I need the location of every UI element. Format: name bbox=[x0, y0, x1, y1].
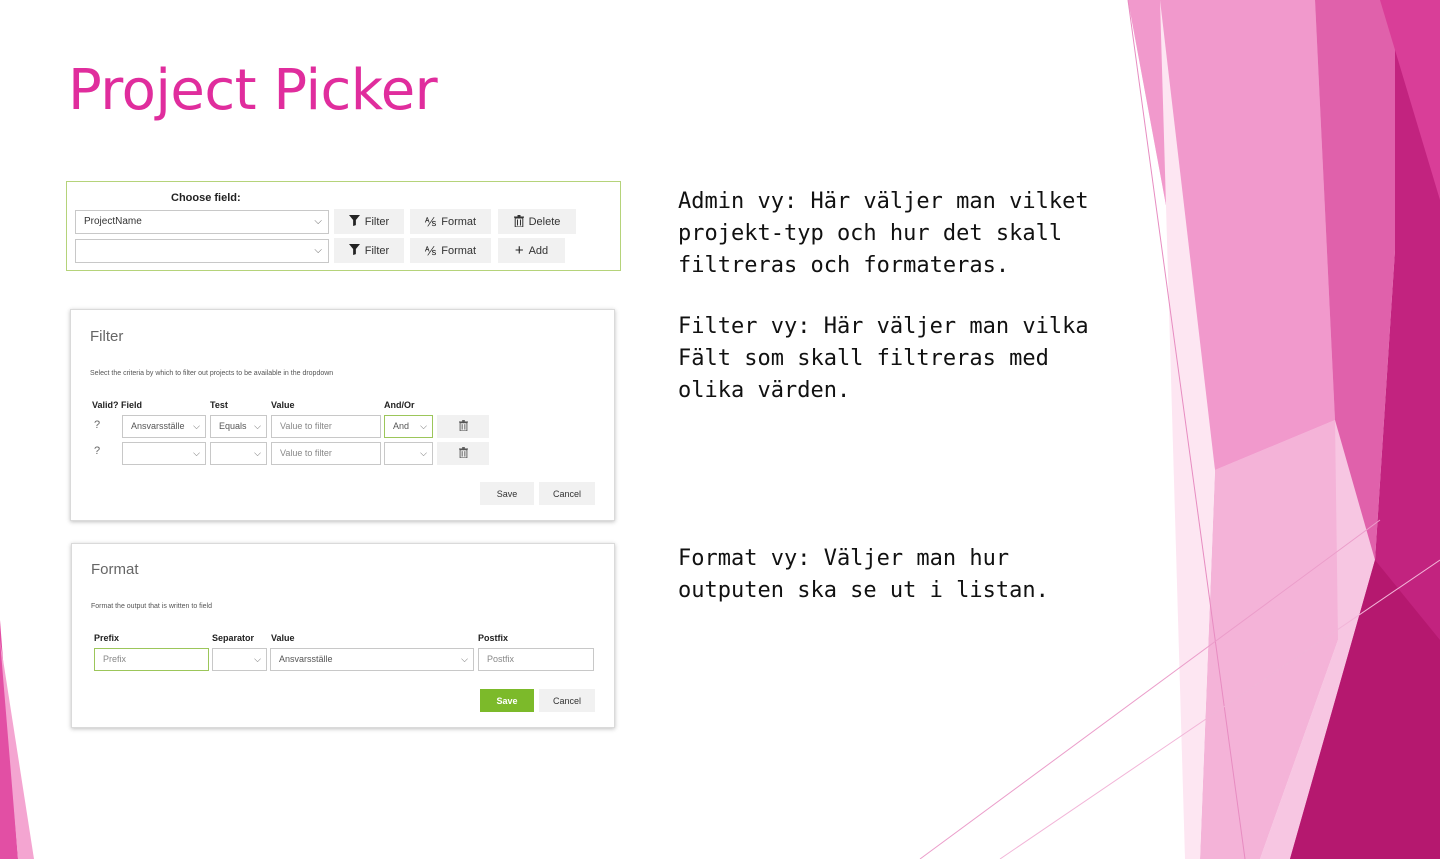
filter-and-or-select[interactable]: ⌵ bbox=[384, 442, 433, 465]
plus-icon: + bbox=[514, 242, 524, 259]
chevron-down-icon: ⌵ bbox=[314, 245, 322, 256]
chevron-down-icon: ⌵ bbox=[461, 654, 468, 664]
header-value: Value bbox=[271, 633, 295, 643]
chevron-down-icon: ⌵ bbox=[254, 448, 261, 458]
add-button-label: Add bbox=[528, 244, 549, 257]
filter-save-button[interactable]: Save bbox=[480, 482, 534, 505]
trash-icon bbox=[513, 214, 524, 229]
filter-dialog-title: Filter bbox=[90, 328, 124, 345]
format-icon: ⅍ bbox=[424, 214, 437, 229]
format-dialog-title: Format bbox=[91, 561, 139, 578]
format-description: Format vy: Väljer man hur outputen ska s… bbox=[678, 546, 1049, 603]
filter-button[interactable]: Filter bbox=[334, 209, 404, 234]
chevron-down-icon: ⌵ bbox=[420, 421, 427, 431]
format-dialog-subtitle: Format the output that is written to fie… bbox=[91, 603, 213, 610]
filter-test-value: Equals bbox=[219, 421, 247, 431]
delete-button-label: Delete bbox=[528, 215, 561, 228]
chevron-down-icon: ⌵ bbox=[420, 448, 427, 458]
format-save-button[interactable]: Save bbox=[480, 689, 534, 712]
filter-value-input[interactable]: Value to filter bbox=[271, 442, 381, 465]
trash-icon bbox=[458, 419, 468, 434]
prefix-input[interactable]: Prefix bbox=[94, 648, 209, 671]
format-dialog: Format Format the output that is written… bbox=[71, 543, 615, 728]
filter-value-input[interactable]: Value to filter bbox=[271, 415, 381, 438]
filter-test-select[interactable]: Equals ⌵ bbox=[210, 415, 267, 438]
filter-description: Filter vy: Här väljer man vilka Fält som… bbox=[678, 314, 1089, 403]
filter-button-label: Filter bbox=[364, 244, 390, 257]
chevron-down-icon: ⌵ bbox=[314, 216, 322, 227]
field-select[interactable]: ⌵ bbox=[75, 239, 329, 263]
valid-indicator: ? bbox=[94, 419, 101, 431]
chevron-down-icon: ⌵ bbox=[254, 654, 261, 664]
delete-button[interactable]: Delete bbox=[498, 209, 576, 234]
filter-field-select[interactable]: ⌵ bbox=[122, 442, 206, 465]
format-button-label: Format bbox=[441, 215, 477, 228]
filter-button[interactable]: Filter bbox=[334, 238, 404, 263]
header-valid-field: Valid? Field bbox=[92, 400, 143, 410]
slide-title: Project Picker bbox=[68, 58, 438, 123]
separator-select[interactable]: ⌵ bbox=[212, 648, 267, 671]
filter-and-or-select[interactable]: And ⌵ bbox=[384, 415, 433, 438]
valid-indicator: ? bbox=[94, 445, 101, 457]
filter-icon bbox=[348, 244, 360, 257]
filter-button-label: Filter bbox=[364, 215, 390, 228]
filter-test-select[interactable]: ⌵ bbox=[210, 442, 267, 465]
filter-row-delete-button[interactable] bbox=[437, 442, 489, 465]
chevron-down-icon: ⌵ bbox=[193, 421, 200, 431]
header-prefix: Prefix bbox=[94, 633, 120, 643]
format-cancel-button[interactable]: Cancel bbox=[539, 689, 595, 712]
value-select-value: Ansvarsställe bbox=[279, 654, 333, 664]
chevron-down-icon: ⌵ bbox=[193, 448, 200, 458]
header-test: Test bbox=[210, 400, 228, 410]
field-select[interactable]: ProjectName ⌵ bbox=[75, 210, 329, 234]
admin-description: Admin vy: Här väljer man vilket projekt-… bbox=[678, 189, 1089, 278]
filter-icon bbox=[348, 215, 360, 228]
filter-dialog: Filter Select the criteria by which to f… bbox=[70, 309, 615, 521]
trash-icon bbox=[458, 446, 468, 461]
chevron-down-icon: ⌵ bbox=[254, 421, 261, 431]
filter-row-delete-button[interactable] bbox=[437, 415, 489, 438]
format-button[interactable]: ⅍ Format bbox=[410, 209, 491, 234]
format-button-label: Format bbox=[441, 244, 477, 257]
filter-and-or-value: And bbox=[393, 421, 410, 431]
filter-dialog-subtitle: Select the criteria by which to filter o… bbox=[90, 370, 334, 377]
admin-panel: Choose field: ProjectName ⌵ Filter ⅍ For… bbox=[66, 181, 621, 271]
header-and-or: And/Or bbox=[384, 400, 415, 410]
choose-field-label: Choose field: bbox=[171, 192, 241, 204]
value-select[interactable]: Ansvarsställe ⌵ bbox=[270, 648, 474, 671]
field-select-value: ProjectName bbox=[84, 216, 142, 227]
format-button[interactable]: ⅍ Format bbox=[410, 238, 491, 263]
header-postfix: Postfix bbox=[478, 633, 509, 643]
filter-cancel-button[interactable]: Cancel bbox=[539, 482, 595, 505]
add-button[interactable]: + Add bbox=[498, 238, 565, 263]
filter-field-select[interactable]: Ansvarsställe ⌵ bbox=[122, 415, 206, 438]
header-separator: Separator bbox=[212, 633, 255, 643]
header-value: Value bbox=[271, 400, 295, 410]
filter-field-value: Ansvarsställe bbox=[131, 421, 185, 431]
format-icon: ⅍ bbox=[424, 243, 437, 258]
postfix-input[interactable]: Postfix bbox=[478, 648, 594, 671]
